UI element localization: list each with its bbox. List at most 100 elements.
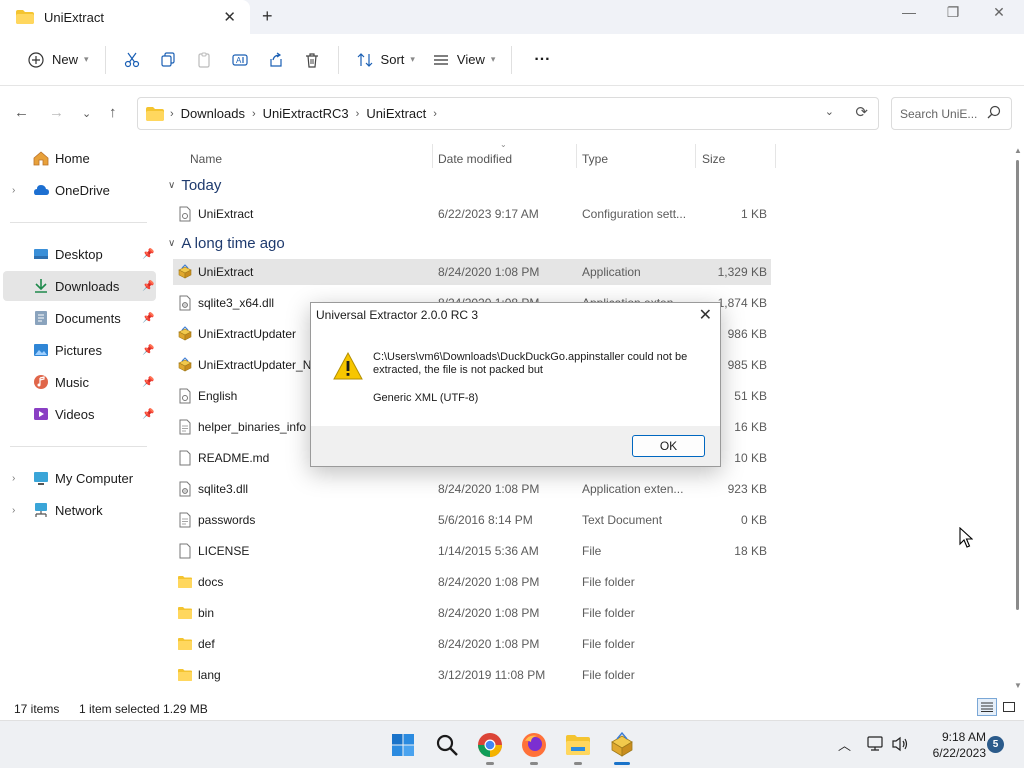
tab-uniextract[interactable]: UniExtract ✕	[0, 0, 250, 34]
column-divider[interactable]	[432, 144, 433, 168]
file-row[interactable]: lang 3/12/2019 11:08 PM File folder	[173, 662, 771, 688]
up-arrow-icon[interactable]: ↑	[109, 104, 117, 121]
file-explorer-taskbar-button[interactable]	[564, 731, 592, 759]
back-arrow-icon[interactable]: ←	[14, 104, 29, 121]
scrollbar-thumb[interactable]	[1016, 160, 1019, 610]
cut-button[interactable]	[114, 42, 150, 78]
file-type: Configuration sett...	[582, 207, 687, 221]
dialog-close-button[interactable]: ✕	[699, 305, 712, 325]
config-file-icon	[179, 206, 191, 222]
sidebar-item-documents[interactable]: Documents 📌	[0, 303, 156, 333]
column-divider[interactable]	[695, 144, 696, 168]
file-row[interactable]: LICENSE 1/14/2015 5:36 AM File 18 KB	[173, 538, 771, 564]
file-row[interactable]: bin 8/24/2020 1:08 PM File folder	[173, 600, 771, 626]
refresh-icon[interactable]: ⟳	[855, 103, 868, 121]
sidebar-item-desktop[interactable]: Desktop 📌	[0, 239, 156, 269]
new-tab-button[interactable]: +	[262, 6, 273, 27]
column-divider[interactable]	[576, 144, 577, 168]
sidebar-item-music[interactable]: Music 📌	[0, 367, 156, 397]
forward-arrow-icon[interactable]: →	[49, 104, 64, 121]
firefox-taskbar-button[interactable]	[520, 731, 548, 759]
minimize-button[interactable]: —	[894, 4, 924, 20]
video-icon	[34, 408, 48, 420]
app-icon	[178, 357, 192, 372]
active-indicator	[614, 762, 630, 765]
address-bar[interactable]: › Downloads › UniExtractRC3 › UniExtract…	[137, 97, 879, 130]
paste-button[interactable]	[186, 42, 222, 78]
expand-chevron-icon[interactable]: ›	[12, 505, 15, 516]
rename-button[interactable]: A	[222, 42, 258, 78]
picture-icon	[34, 344, 48, 356]
scroll-down-icon[interactable]: ▼	[1014, 681, 1022, 690]
search-input[interactable]: Search UniE...	[891, 97, 1012, 130]
running-indicator	[530, 762, 538, 765]
window-close-button[interactable]: ✕	[984, 4, 1014, 21]
delete-button[interactable]	[294, 42, 330, 78]
network-status-icon[interactable]	[867, 736, 885, 752]
sidebar-item-downloads[interactable]: Downloads 📌	[3, 271, 156, 301]
sidebar-item-home[interactable]: Home	[0, 143, 156, 173]
tiles-view-button[interactable]	[999, 698, 1019, 716]
copy-button[interactable]	[150, 42, 186, 78]
system-clock[interactable]: 9:18 AM 6/22/2023	[916, 729, 986, 761]
file-name: lang	[198, 668, 221, 682]
pin-icon: 📌	[142, 248, 155, 260]
column-header-size[interactable]: Size	[702, 146, 725, 172]
sidebar-item-onedrive[interactable]: › OneDrive	[0, 175, 156, 205]
volume-icon[interactable]	[892, 736, 910, 752]
expand-chevron-icon[interactable]: ›	[12, 473, 15, 484]
sidebar-item-pictures[interactable]: Pictures 📌	[0, 335, 156, 365]
file-row[interactable]: docs 8/24/2020 1:08 PM File folder	[173, 569, 771, 595]
file-row[interactable]: passwords 5/6/2016 8:14 PM Text Document 0 …	[173, 507, 771, 533]
recent-locations-chevron-icon[interactable]: ⌄	[82, 107, 91, 120]
search-taskbar-button[interactable]	[433, 731, 461, 759]
column-header-name[interactable]: Name	[190, 146, 222, 172]
group-header-long-ago[interactable]: ∨ A long time ago	[168, 235, 285, 252]
view-button[interactable]: View ▾	[423, 42, 503, 78]
column-header-type[interactable]: Type	[582, 146, 608, 172]
file-row[interactable]: UniExtract 6/22/2023 9:17 AM Configuration…	[173, 201, 771, 227]
breadcrumb-uniextract[interactable]: UniExtract	[366, 106, 426, 121]
expand-chevron-icon[interactable]: ›	[12, 185, 15, 196]
start-button[interactable]	[389, 731, 417, 759]
more-options-button[interactable]: ···	[520, 42, 558, 78]
share-button[interactable]	[258, 42, 294, 78]
notification-badge[interactable]: 5	[987, 736, 1004, 753]
dialog-body: C:\Users\vm6\Downloads\DuckDuckGo.appins…	[311, 333, 720, 426]
breadcrumb-downloads[interactable]: Downloads	[181, 106, 245, 121]
file-name: bin	[198, 606, 215, 620]
sort-button[interactable]: Sort ▾	[347, 42, 423, 78]
sidebar-item-network[interactable]: › Network	[0, 495, 156, 525]
sidebar-item-my-computer[interactable]: › My Computer	[0, 463, 156, 493]
search-icon	[987, 105, 1001, 119]
search-icon	[436, 734, 458, 756]
sidebar-item-label: Videos	[55, 406, 95, 422]
cloud-icon	[34, 185, 49, 195]
column-header-date[interactable]: Date modified	[438, 146, 512, 172]
new-button[interactable]: New ▾	[18, 42, 97, 78]
sidebar-item-videos[interactable]: Videos 📌	[0, 399, 156, 429]
group-header-today[interactable]: ∨ Today	[168, 177, 221, 194]
ok-button[interactable]: OK	[632, 435, 705, 457]
text-file-icon	[179, 419, 191, 435]
search-placeholder: Search UniE...	[900, 106, 978, 121]
chrome-taskbar-button[interactable]	[476, 731, 504, 759]
file-name: docs	[198, 575, 224, 589]
folder-icon	[178, 638, 192, 650]
scroll-up-icon[interactable]: ▲	[1014, 146, 1022, 155]
show-hidden-icons-chevron-icon[interactable]: ︿	[838, 735, 851, 754]
file-row[interactable]: sqlite3.dll 8/24/2020 1:08 PM Application …	[173, 476, 771, 502]
tab-close-icon[interactable]: ✕	[223, 8, 236, 26]
folder-icon	[178, 669, 192, 681]
details-view-button[interactable]	[977, 698, 997, 716]
column-divider[interactable]	[775, 144, 776, 168]
file-row[interactable]: def 8/24/2020 1:08 PM File folder	[173, 631, 771, 657]
sidebar-item-label: Network	[55, 502, 103, 518]
file-row[interactable]: UniExtract 8/24/2020 1:08 PM Application 1,…	[173, 259, 771, 285]
breadcrumb-uniextractrc3[interactable]: UniExtractRC3	[263, 106, 349, 121]
address-dropdown-icon[interactable]: ⌄	[825, 105, 834, 118]
uniextract-taskbar-button[interactable]	[608, 731, 636, 759]
vertical-scrollbar[interactable]: ▲ ▼	[1012, 142, 1024, 694]
file-name: LICENSE	[198, 544, 250, 558]
maximize-button[interactable]: ❐	[938, 4, 968, 21]
